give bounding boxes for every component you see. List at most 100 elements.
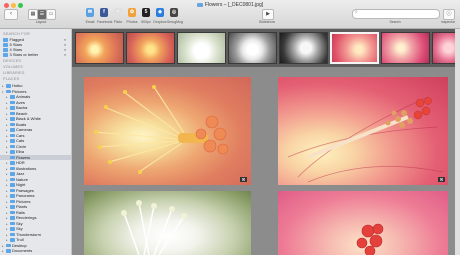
folder-icon — [5, 243, 11, 248]
folder-label: Pictures — [16, 198, 31, 204]
folder-icon — [9, 106, 15, 110]
photo-white-flower-art — [121, 200, 187, 255]
sidebar-folder-item[interactable]: ▸ Pictures — [6, 199, 30, 204]
sidebar-folder-item[interactable]: ▸ Hotko — [2, 83, 22, 88]
window-title-bar: Flowers – [_DEC0801.jpg] — [0, 2, 460, 8]
sidebar-folder-item[interactable]: ▸ Rails — [6, 210, 25, 215]
window-title: Flowers – [_DEC0801.jpg] — [204, 2, 264, 8]
sidebar-folder-item[interactable]: ▸ Circle — [6, 144, 26, 149]
folder-label: Hotko — [12, 83, 23, 88]
folder-icon — [9, 117, 15, 121]
folder-label: Elba — [16, 149, 25, 154]
thumbnail-6-selected[interactable] — [330, 32, 379, 64]
folder-icon — [9, 227, 15, 231]
sidebar-folder-item[interactable]: ▸ Aves — [6, 100, 25, 105]
sidebar-folder-item[interactable]: ▸ Documents — [2, 248, 32, 253]
photo-pink-hibiscus-art — [356, 223, 384, 255]
folder-label: HDR — [16, 160, 25, 165]
sidebar-folder-item[interactable]: ▸ Jazz — [6, 171, 24, 176]
sidebar-folder-item[interactable]: ▸ Plants — [6, 204, 27, 209]
share-500px-icon[interactable]: 5 — [142, 8, 150, 17]
folder-icon — [9, 232, 15, 237]
sidebar-folder-item[interactable]: ▸ Trull — [6, 237, 24, 242]
sidebar-folder-item[interactable]: ▸ Sky — [6, 221, 23, 226]
sidebar-folder-item[interactable]: ▸ Elba — [6, 149, 24, 154]
folder-label: Renderings — [16, 215, 37, 220]
sidebar-folder-item[interactable]: ▸ Black & White — [6, 116, 41, 121]
share-flickr-icon[interactable]: • — [114, 8, 122, 17]
folder-label: Jazz — [16, 171, 25, 176]
search-input[interactable] — [352, 9, 440, 19]
folder-icon — [9, 177, 15, 182]
sidebar-folder-item[interactable]: ▸ Cars — [6, 133, 24, 138]
folder-icon — [5, 89, 11, 94]
sidebar-folder-item[interactable]: ▸ Beach — [6, 111, 27, 116]
section-places: PLACES — [3, 77, 20, 81]
disclosure-triangle-icon[interactable]: ▸ — [2, 249, 5, 254]
share-facebook-icon[interactable]: f — [100, 8, 108, 17]
disclosure-triangle-icon[interactable]: ▾ — [2, 90, 5, 95]
share-email-icon[interactable]: ✉ — [86, 8, 94, 17]
folder-icon — [9, 205, 15, 209]
sidebar-folder-item[interactable]: ▾ Pictures — [2, 89, 26, 94]
share-facebook-label: Facebook — [97, 20, 113, 24]
folder-icon — [9, 122, 15, 127]
folder-label: Trull — [16, 237, 24, 242]
saved-search-label: 3 Stars or better — [9, 52, 39, 57]
layout-single-button[interactable]: ▭ — [46, 9, 56, 20]
photo-white-flower[interactable] — [84, 191, 251, 255]
section-search-for: SEARCH FOR — [3, 32, 30, 36]
folder-label: Aves — [16, 99, 25, 105]
sidebar-folder-item[interactable]: ▸ Desktop — [2, 243, 27, 248]
share-dropbox-icon[interactable]: ◆ — [156, 8, 164, 17]
thumbnail-7[interactable] — [381, 32, 430, 64]
search-icon: ⌕ — [355, 9, 358, 15]
share-dropbox-label: Dropbox — [153, 20, 167, 24]
folder-label: Cars — [16, 132, 25, 138]
folder-icon — [9, 111, 15, 116]
sidebar-folder-item[interactable]: ▸ Night — [6, 182, 25, 187]
folder-label: Night — [16, 182, 26, 187]
thumbnail-1[interactable] — [75, 32, 124, 64]
section-libraries: LIBRARIES — [3, 71, 25, 75]
sidebar: SEARCH FOR Flagged ⌕ 5 Stars ⌕ 4 Stars ⌕ 3 Sta… — [0, 29, 72, 255]
thumbnail-4[interactable] — [228, 32, 277, 64]
folder-icon — [9, 100, 15, 105]
right-scrollbar[interactable] — [455, 29, 460, 255]
sidebar-folder-item[interactable]: ▸ Cameras — [6, 127, 32, 132]
section-volumes: VOLUMES — [3, 65, 23, 69]
sidebar-folder-item[interactable]: ▸ Cats — [6, 138, 24, 143]
thumbnail-3[interactable] — [177, 32, 226, 64]
sidebar-folder-item[interactable]: ▸ Renderings — [6, 215, 36, 220]
sidebar-folder-item[interactable]: ▸ Thunderstorm — [6, 232, 41, 237]
sidebar-folder-item[interactable]: ▸ Panorama — [6, 193, 34, 198]
slideshow-button[interactable]: ▶ — [262, 9, 274, 20]
sidebar-folder-item[interactable]: ▸ HDR — [6, 160, 25, 165]
inspector-button[interactable]: ⓘ — [443, 9, 455, 20]
back-button[interactable]: ‹ — [4, 9, 18, 20]
sidebar-folder-item[interactable]: ▸ Illustrations — [6, 166, 36, 171]
sidebar-folder-item[interactable]: ▸ Paesages — [6, 188, 34, 193]
thumbnail-5[interactable] — [279, 32, 328, 64]
share-smugmug-icon[interactable]: ◎ — [170, 8, 178, 17]
folder-label: Pictures — [12, 88, 27, 94]
folder-label: Illustrations — [16, 165, 37, 171]
folder-icon — [5, 84, 11, 88]
sidebar-folder-item[interactable]: ▸ Bacha — [6, 105, 27, 110]
saved-search-item[interactable]: 3 Stars or better — [3, 52, 38, 57]
sidebar-folder-item[interactable]: ▸ Boats — [6, 122, 26, 127]
smart-folder-icon — [3, 53, 8, 57]
sidebar-folder-item[interactable]: ▸ Nature — [6, 177, 28, 182]
photo-stamen-orange[interactable] — [84, 77, 251, 185]
folder-icon — [196, 2, 203, 7]
folder-icon — [9, 128, 15, 132]
sidebar-folder-item[interactable]: ▸ Animals — [6, 94, 30, 99]
thumbnail-2[interactable] — [126, 32, 175, 64]
share-photos-icon[interactable]: ✿ — [128, 8, 136, 17]
photo-pink-hibiscus[interactable] — [278, 191, 448, 255]
folder-label: Nature — [16, 176, 29, 182]
photo-red-hibiscus[interactable] — [278, 77, 448, 185]
sidebar-folder-item[interactable]: Flowers — [0, 154, 71, 160]
sidebar-folder-item[interactable]: ▸ Sky — [6, 226, 23, 231]
folder-icon — [9, 133, 15, 138]
